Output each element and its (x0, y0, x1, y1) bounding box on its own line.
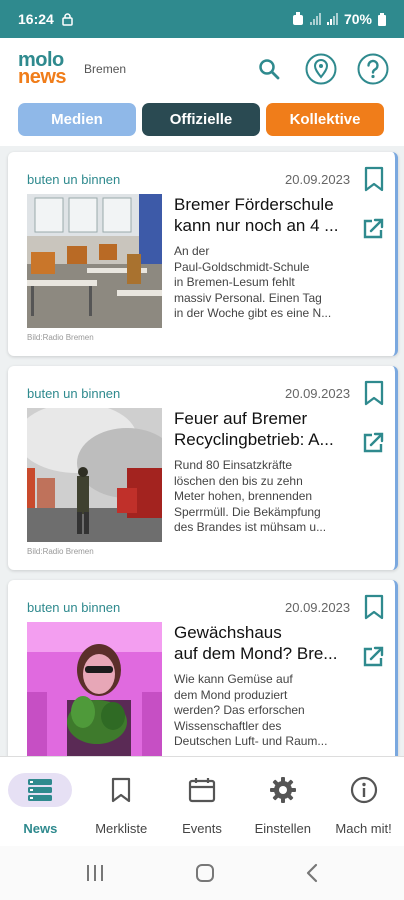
nav-label: News (23, 821, 58, 836)
help-icon (357, 53, 389, 85)
article-image-fire[interactable] (27, 408, 162, 542)
article-source: buten un binnen (27, 172, 121, 187)
location-pin-icon (305, 53, 337, 85)
article-date: 20.09.2023 (285, 172, 351, 187)
app-header: molo news Bremen (0, 38, 404, 100)
news-feed[interactable]: buten un binnen 20.09.2023 Bild:Radio Br… (0, 146, 404, 756)
teaser-line: Deutschen Luft- und Raum... (174, 734, 328, 748)
article-source: buten un binnen (27, 386, 121, 401)
gear-icon (269, 777, 296, 803)
bottom-navigation: News Merkliste Events Einstellen Mach mi… (0, 756, 404, 846)
search-icon (259, 59, 280, 80)
nav-merkliste-pill (89, 773, 153, 807)
nav-einstellen[interactable]: Einstellen (242, 757, 323, 846)
recent-apps-icon[interactable] (85, 864, 105, 882)
teaser-line: dem Mond produziert (174, 687, 288, 702)
filter-tabs: Medien Offizielle Kollektive (0, 100, 404, 146)
signal-icon (309, 13, 321, 25)
nav-label: Mach mit! (335, 821, 392, 836)
nav-mach-mit[interactable]: Mach mit! (323, 757, 404, 846)
nav-news[interactable]: News (0, 757, 81, 846)
bookmark-icon[interactable] (363, 594, 385, 620)
news-card[interactable]: buten un binnen 20.09.2023 Bild:Radio Br… (8, 366, 398, 570)
info-icon (350, 776, 377, 804)
article-image-classroom[interactable] (27, 194, 162, 328)
article-teaser: An der Paul-Goldschmidt-Schule in Bremen… (174, 244, 354, 322)
title-line: Bremer Förderschule (174, 195, 334, 214)
teaser-line: massiv Personal. Einen Tag (174, 290, 322, 305)
teaser-line: Sperrmüll. Die Bekämpfung (174, 504, 321, 519)
teaser-line: des Brandes ist mühsam u... (174, 520, 327, 534)
nav-label: Einstellen (254, 821, 311, 836)
article-teaser: Wie kann Gemüse auf dem Mond produziert … (174, 672, 354, 750)
signal-icon-2 (326, 13, 338, 25)
lock-icon (62, 12, 73, 26)
nav-einstellen-pill (251, 773, 315, 807)
nav-mach-mit-pill (332, 773, 396, 807)
teaser-line: löschen den bis zu zehn (174, 473, 303, 488)
filter-medien-button[interactable]: Medien (18, 103, 136, 136)
header-actions (252, 52, 404, 86)
location-button[interactable] (304, 52, 338, 86)
title-line: kann nur noch an 4 ... (174, 216, 339, 235)
status-time-group: 16:24 (18, 11, 73, 27)
help-button[interactable] (356, 52, 390, 86)
article-source: buten un binnen (27, 600, 121, 615)
nav-label: Events (182, 821, 222, 836)
article-date: 20.09.2023 (285, 386, 351, 401)
external-link-icon[interactable] (360, 216, 386, 242)
search-button[interactable] (252, 52, 286, 86)
battery-icon (378, 12, 386, 26)
article-teaser: Rund 80 Einsatzkräfte löschen den bis zu… (174, 458, 354, 536)
status-indicators: 70% (292, 11, 386, 27)
battery-level: 70% (343, 11, 372, 27)
status-time: 16:24 (18, 11, 54, 27)
teaser-line: Rund 80 Einsatzkräfte (174, 458, 293, 472)
teaser-line: Meter hohen, brennenden (174, 489, 313, 503)
back-icon[interactable] (305, 863, 319, 883)
teaser-line: in der Woche gibt es eine N... (174, 306, 332, 320)
teaser-line: werden? Das erforschen (174, 703, 305, 717)
article-title[interactable]: Feuer auf Bremer Recyclingbetrieb: A... (174, 408, 354, 450)
article-date: 20.09.2023 (285, 600, 351, 615)
teaser-line: in Bremen-Lesum fehlt (174, 275, 295, 289)
teaser-line: Paul-Goldschmidt-Schule (174, 259, 310, 274)
nav-events[interactable]: Events (162, 757, 243, 846)
news-card[interactable]: buten un binnen 20.09.2023 Gewächshaus a… (8, 580, 398, 756)
bookmark-icon[interactable] (363, 166, 385, 192)
title-line: Recyclingbetrieb: A... (174, 430, 334, 449)
bookmark-icon (112, 777, 131, 803)
data-saver-icon (292, 12, 303, 25)
filter-offizielle-button[interactable]: Offizielle (142, 103, 260, 136)
molo-news-logo: molo news (18, 50, 67, 88)
article-title[interactable]: Gewächshaus auf dem Mond? Bre... (174, 622, 354, 664)
article-title[interactable]: Bremer Förderschule kann nur noch an 4 .… (174, 194, 354, 236)
title-line: Feuer auf Bremer (174, 409, 308, 428)
teaser-line: An der (174, 244, 210, 258)
bookmark-icon[interactable] (363, 380, 385, 406)
filter-kollektive-button[interactable]: Kollektive (266, 103, 384, 136)
teaser-line: Wissenschaftler des (174, 718, 282, 733)
logo-bottom: news (18, 66, 67, 88)
title-line: auf dem Mond? Bre... (174, 644, 338, 663)
system-navigation-bar (0, 846, 404, 900)
title-line: Gewächshaus (174, 623, 282, 642)
external-link-icon[interactable] (360, 644, 386, 670)
nav-news-pill (8, 773, 73, 807)
calendar-icon (188, 778, 216, 803)
nav-label: Merkliste (95, 821, 148, 836)
image-credit: Bild:Radio Bremen (27, 547, 94, 556)
image-credit: Bild:Radio Bremen (27, 333, 94, 342)
external-link-icon[interactable] (360, 430, 386, 456)
status-bar: 16:24 70% (0, 0, 404, 38)
home-icon[interactable] (195, 863, 215, 883)
news-list-icon (28, 779, 53, 801)
teaser-line: Wie kann Gemüse auf (174, 672, 293, 686)
article-image-greenhouse[interactable] (27, 622, 162, 756)
nav-merkliste[interactable]: Merkliste (81, 757, 162, 846)
news-card[interactable]: buten un binnen 20.09.2023 Bild:Radio Br… (8, 152, 398, 356)
nav-events-pill (170, 773, 234, 807)
location-label: Bremen (84, 62, 127, 76)
